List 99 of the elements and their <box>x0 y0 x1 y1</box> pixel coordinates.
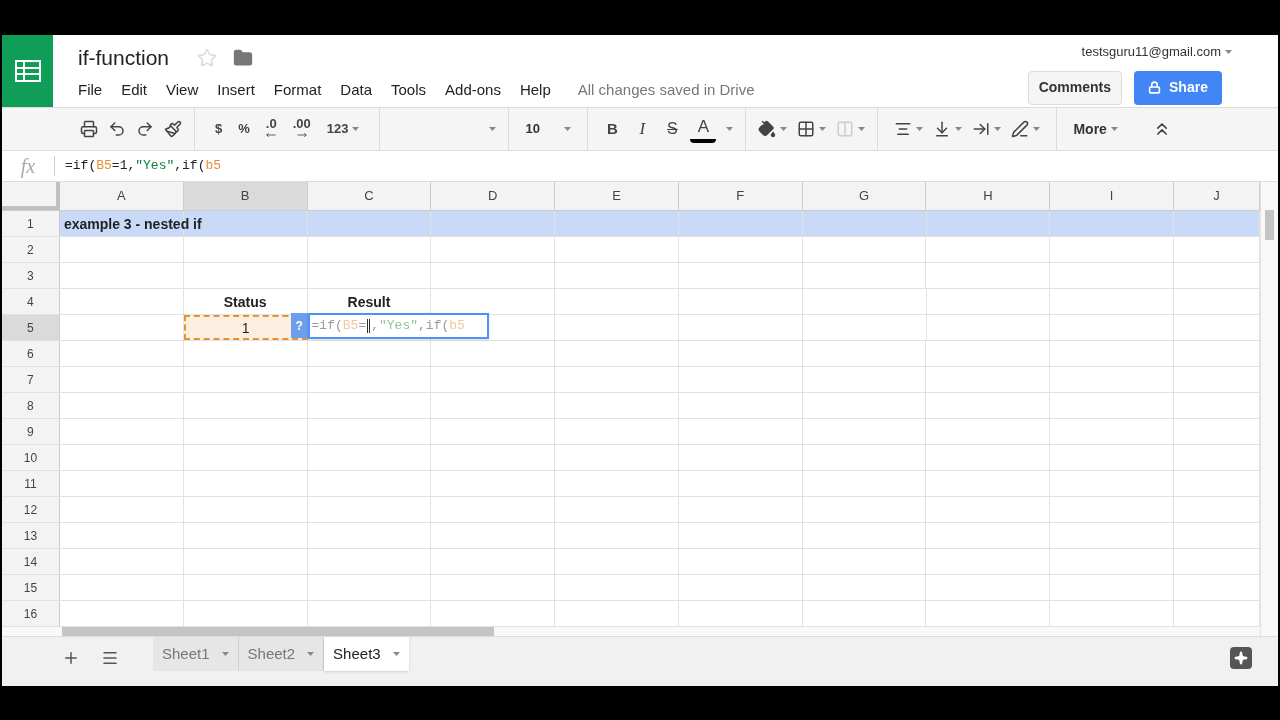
bold-button[interactable]: B <box>600 115 625 143</box>
sparkle-icon <box>1234 651 1248 665</box>
star-icon[interactable] <box>197 48 218 68</box>
sheet-tab[interactable]: Sheet1 <box>153 637 239 671</box>
caret-icon <box>858 127 866 131</box>
increase-decimals-button[interactable]: .00 <box>288 115 315 143</box>
currency-button[interactable]: $ <box>211 115 227 143</box>
menu-item[interactable]: Add-ons <box>445 79 501 102</box>
cell-text: example 3 - nested if <box>63 214 202 233</box>
row-header[interactable]: 15 <box>2 575 60 600</box>
column-header[interactable]: D <box>431 182 556 210</box>
arrow-right-icon <box>296 130 307 140</box>
caret-icon <box>916 127 924 131</box>
caret-icon <box>564 127 572 131</box>
caret-icon <box>1033 127 1041 131</box>
account-email[interactable]: testsguru11@gmail.com <box>1081 42 1221 62</box>
caret-icon <box>1110 127 1118 131</box>
column-header[interactable]: B <box>183 182 308 210</box>
sheets-logo-icon <box>14 60 41 82</box>
row-header[interactable]: 2 <box>2 237 60 262</box>
row-header[interactable]: 12 <box>2 497 60 522</box>
text-color-button[interactable]: A <box>690 115 717 143</box>
caret-icon <box>1225 49 1232 54</box>
column-header[interactable]: F <box>678 182 803 210</box>
caret-icon <box>489 127 497 131</box>
row-header[interactable]: 8 <box>2 393 60 418</box>
row-header[interactable]: 7 <box>2 367 60 392</box>
menu-item[interactable]: File <box>78 79 103 102</box>
sheet-tab[interactable]: Sheet3 <box>324 637 409 671</box>
row-header[interactable]: 4 <box>2 289 60 314</box>
row-header[interactable]: 16 <box>2 601 60 626</box>
menu-item[interactable]: Data <box>340 79 372 102</box>
number-format-button[interactable]: 123 <box>322 115 364 143</box>
sheet-list-icon[interactable] <box>101 649 119 667</box>
redo-icon[interactable] <box>136 120 154 138</box>
row-header[interactable]: 6 <box>2 341 60 366</box>
column-header[interactable]: A <box>59 182 184 210</box>
column-header[interactable]: H <box>926 182 1051 210</box>
column-header[interactable]: I <box>1050 182 1175 210</box>
column-header[interactable]: E <box>555 182 679 210</box>
merge-cells-icon[interactable] <box>836 120 855 138</box>
more-button[interactable]: More <box>1061 115 1130 143</box>
explore-button[interactable] <box>1230 647 1252 669</box>
vertical-scrollbar[interactable] <box>1265 210 1274 240</box>
caret-icon <box>307 652 315 656</box>
menu-item[interactable]: Edit <box>121 79 148 102</box>
cell-text: Result <box>346 292 392 311</box>
strikethrough-button[interactable]: S <box>660 115 685 143</box>
row-header[interactable]: 1 <box>2 211 60 236</box>
share-button[interactable]: Share <box>1134 70 1222 105</box>
text-wrap-icon[interactable] <box>972 120 991 138</box>
arrow-left-icon <box>266 130 277 140</box>
folder-icon[interactable] <box>233 48 254 68</box>
percent-button[interactable]: % <box>234 115 254 143</box>
decrease-decimals-button[interactable]: .0 <box>261 115 281 143</box>
formula-text[interactable]: =if(B5=1,"Yes",if(b5 <box>65 156 222 176</box>
caret-icon <box>726 127 734 131</box>
menu-item[interactable]: Help <box>519 79 551 102</box>
add-sheet-icon[interactable] <box>62 649 80 667</box>
column-header[interactable]: C <box>307 182 432 210</box>
caret-icon <box>352 127 360 131</box>
menu-item[interactable]: Format <box>273 79 322 102</box>
sheets-logo[interactable] <box>2 35 53 107</box>
formula-label: fx <box>19 154 37 180</box>
undo-icon[interactable] <box>108 120 126 138</box>
column-header[interactable]: G <box>802 182 927 210</box>
save-status: All changes saved in Drive <box>577 80 755 100</box>
align-center-icon[interactable] <box>894 120 913 138</box>
print-icon[interactable] <box>80 120 98 138</box>
row-header[interactable]: 10 <box>2 445 60 470</box>
row-header[interactable]: 14 <box>2 549 60 574</box>
row-header[interactable]: 13 <box>2 523 60 548</box>
menu-item[interactable]: View <box>166 79 199 102</box>
caret-icon <box>819 127 827 131</box>
caret-icon <box>994 127 1002 131</box>
caret-icon <box>221 652 229 656</box>
sheet-tab[interactable]: Sheet2 <box>238 637 325 671</box>
menu-item[interactable]: Insert <box>217 79 255 102</box>
borders-icon[interactable] <box>797 120 816 138</box>
row-header[interactable]: 9 <box>2 419 60 444</box>
cell-text: Status <box>222 292 268 311</box>
comments-button[interactable]: Comments <box>1027 70 1122 105</box>
caret-icon <box>780 127 788 131</box>
row-header[interactable]: 3 <box>2 263 60 288</box>
row-header[interactable]: 11 <box>2 471 60 496</box>
cell-text: 1 <box>240 318 251 337</box>
font-size-dropdown[interactable]: 10 <box>513 115 584 143</box>
paint-format-icon[interactable] <box>164 120 182 138</box>
column-header[interactable]: J <box>1174 182 1260 210</box>
italic-button[interactable]: I <box>630 115 655 143</box>
formula-field[interactable]: =if(B5=1,"Yes",if(b5 <box>65 152 1278 180</box>
lock-icon <box>1148 81 1162 94</box>
caret-icon <box>955 127 963 131</box>
horizontal-scrollbar[interactable] <box>62 627 494 636</box>
caret-icon <box>392 652 400 656</box>
menu-item[interactable]: Tools <box>391 79 427 102</box>
document-title[interactable]: if-function <box>78 42 170 74</box>
fill-color-icon[interactable] <box>758 120 777 138</box>
row-header[interactable]: 5 <box>2 315 60 340</box>
